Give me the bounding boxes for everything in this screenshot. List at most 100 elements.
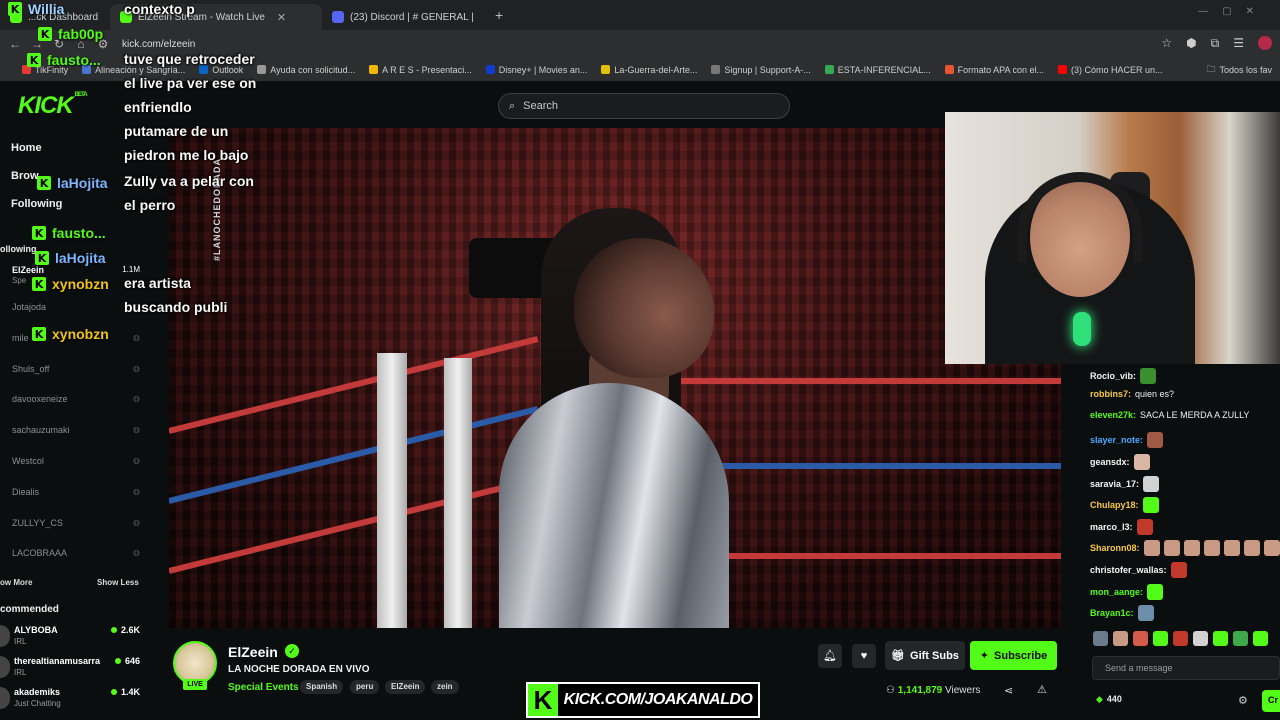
emote-picker-icon[interactable] [1253,631,1268,646]
screen: ...ck Dashboard ElZeein Stream - Watch L… [0,0,1280,720]
bookmarks-folder[interactable]: 🗀︎ Todos los fav [1198,58,1280,81]
bookmark-item[interactable]: Disney+ | Movies an... [485,65,587,75]
emote-picker-icon[interactable] [1153,631,1168,646]
browser-tab-discord[interactable]: (23) Discord | # GENERAL | ✕ [322,4,487,30]
video-player[interactable]: #LANOCHEDORADA [169,128,1061,628]
recommended-channel[interactable]: ALYBOBA IRL 2.6K [0,625,146,647]
stream-category[interactable]: Special Events [228,682,299,693]
tab-title: (23) Discord | # GENERAL | [350,11,474,23]
emote-picker-icon[interactable] [1113,631,1128,646]
emote-picker-icon[interactable] [1193,631,1208,646]
emote-picker-icon[interactable] [1133,631,1148,646]
url-field[interactable]: kick.com/elzeein [122,39,1122,50]
search-input[interactable] [523,100,764,112]
channel-name: Diealis [12,486,40,497]
emote-picker-icon[interactable] [1093,631,1108,646]
chat-username[interactable]: Brayan1c: [1090,608,1134,618]
channel-name: akademiks [14,687,61,697]
sidebar-channel[interactable]: LACOBRAAA ◍ [12,548,140,558]
sidebar-channel[interactable]: Westcol ◍ [12,456,140,466]
bookmark-item[interactable]: La-Guerra-del-Arte... [601,65,697,75]
chat-username[interactable]: christofer_wallas: [1090,565,1167,575]
chat-username[interactable]: saravia_17: [1090,479,1139,489]
channel-viewers: 646 [115,656,140,666]
ring-rope [669,378,1061,384]
share-icon[interactable]: ⋖ [1004,684,1013,697]
chat-username[interactable]: Sharonn08: [1090,543,1140,553]
close-tab-icon[interactable]: ✕ [486,11,487,24]
overlay-chat-message: el perro [124,197,176,213]
kick-logo[interactable]: KICK BETA [18,92,88,120]
show-less-button[interactable]: Show Less [97,578,139,587]
gift-subs-button[interactable]: 🎁︎ Gift Subs [885,641,965,670]
tag-spanish[interactable]: Spanish [300,680,344,694]
reading-list-icon[interactable]: ☰ [1233,36,1244,51]
channel-name: Westcol [12,456,44,466]
bookmark-item[interactable]: Ayuda con solicitud... [257,65,355,75]
report-icon[interactable]: ⚠ [1037,683,1047,696]
channel-points[interactable]: 440 [1096,694,1122,705]
sidebar-channel[interactable]: ZULLYY_CS ◍ [12,518,140,528]
profile-avatar-icon[interactable] [1258,36,1272,50]
following-section-title: ollowing [0,244,37,254]
sidebar-channel[interactable]: Jotajoda ◍ [12,302,140,312]
bookmark-item[interactable]: Formato APA con el... [944,65,1044,75]
bookmark-item[interactable]: ESTA-INFERENCIAL... [824,65,931,75]
channel-name: ElZeein [12,265,45,275]
chat-username[interactable]: slayer_note: [1090,435,1143,445]
sidebar-browse[interactable]: Brow [11,170,39,182]
tag-elzeein[interactable]: ElZeein [385,680,426,694]
chat-username[interactable]: robbins7: [1090,389,1131,399]
sidebar-channel[interactable]: sachauzumaki ◍ [12,425,140,435]
bookmark-label: (3) Cómo HACER un... [1070,64,1163,75]
back-icon[interactable]: ← [4,37,26,51]
chat-username[interactable]: marco_l3: [1090,522,1133,532]
new-tab-icon[interactable]: + [495,7,503,23]
emote-picker-icon[interactable] [1233,631,1248,646]
chat-username[interactable]: mon_aange: [1090,587,1143,597]
extension-icon[interactable]: ⬢ [1186,36,1196,51]
emote-icon [1243,540,1260,556]
emote-picker-icon[interactable] [1213,631,1228,646]
streamer-name[interactable]: ElZeein [228,644,278,660]
recommended-channel[interactable]: akademiks Just Chatting 1.4K [0,687,146,709]
follow-heart-button[interactable]: ♥ [852,644,876,668]
subscribe-button[interactable]: ✦ Subscribe [970,641,1057,670]
overlay-chat-message: el live pa ver ese on [124,75,257,91]
notification-bell-button[interactable]: 🔔︎ [818,644,842,668]
chat-username[interactable]: Chulapy18: [1090,500,1139,510]
chat-send-button[interactable]: Cr [1262,690,1280,712]
bookmark-item[interactable]: (3) Cómo HACER un... [1057,64,1163,75]
chat-text: quien es? [1135,389,1175,399]
offline-icon: ◍ [133,332,140,342]
tag-zein[interactable]: zein [431,680,459,694]
chat-settings-icon[interactable]: ⚙ [1238,694,1248,707]
emote-icon [1137,605,1154,621]
sidebar-channel[interactable]: davooxeneize ◍ [12,394,140,404]
chat-message-input[interactable] [1093,657,1279,679]
emote-picker-icon[interactable] [1173,631,1188,646]
sidebar-following[interactable]: Following [11,198,62,210]
sidebar-channel[interactable]: Diealis ◍ [12,487,140,497]
chat-username[interactable]: eleven27k: [1090,410,1136,420]
window-controls[interactable]: —▢✕ [1198,6,1268,17]
chat-input-box[interactable] [1092,656,1280,680]
overlay-username: fausto... [52,225,106,241]
recommended-channel[interactable]: therealtianamusarra IRL 646 [0,656,146,678]
search-box[interactable]: ⌕ [498,93,790,119]
emote-icon [1147,584,1164,600]
kick-badge-icon: K [8,2,22,16]
show-more-button[interactable]: ow More [0,578,32,587]
bookmark-item[interactable]: Signup | Support-A-... [711,65,811,75]
chat-username[interactable]: geansdx: [1090,457,1130,467]
bookmark-item[interactable]: A R E S - Presentaci... [369,65,472,75]
channel-name: ZULLYY_CS [12,517,63,528]
chat-username[interactable]: Rocio_vib: [1090,371,1136,381]
sidebar-home[interactable]: Home [11,142,42,154]
close-tab-icon[interactable]: ✕ [277,11,286,24]
bookmark-star-icon[interactable]: ☆ [1161,36,1172,51]
emote-icon [1183,540,1200,556]
extensions-puzzle-icon[interactable]: ⧉ [1211,36,1220,51]
sidebar-channel[interactable]: Shuls_off ◍ [12,364,140,374]
tag-peru[interactable]: peru [350,680,380,694]
